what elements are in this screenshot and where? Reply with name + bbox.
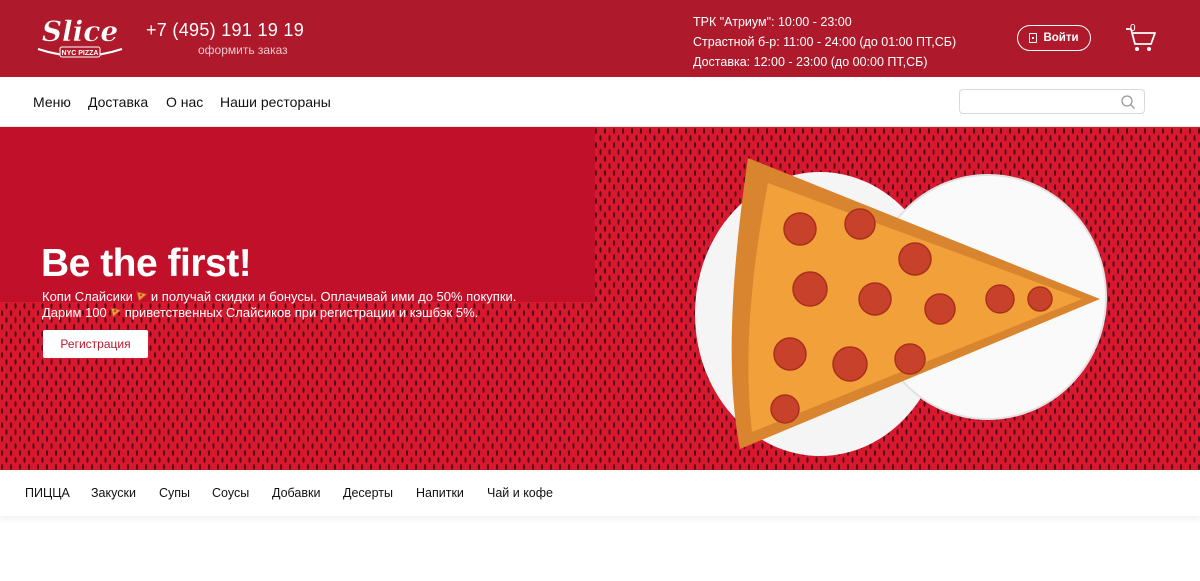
nav-delivery[interactable]: Доставка (88, 94, 148, 110)
category-snacks[interactable]: Закуски (91, 486, 136, 500)
category-drinks[interactable]: Напитки (416, 486, 464, 500)
category-tea-coffee[interactable]: Чай и кофе (487, 486, 553, 500)
logo-subtext: NYC PIZZA (62, 50, 99, 57)
nav-about[interactable]: О нас (166, 94, 203, 110)
cart-count: 0 (1130, 23, 1136, 34)
order-link[interactable]: оформить заказ (198, 43, 288, 57)
hero-title: Be the first! (41, 242, 252, 285)
promo-banner: Be the first! Копи Слайсики и получай ски… (0, 127, 1200, 470)
door-icon (1029, 33, 1038, 43)
register-button[interactable]: Регистрация (43, 330, 148, 358)
hero-line2-start: Дарим 100 (42, 304, 107, 320)
slice-logo[interactable]: Slice NYC PIZZA (30, 11, 130, 67)
search-box[interactable] (959, 89, 1145, 114)
category-bar: ПИЦЦА Закуски Супы Соусы Добавки Десерты… (0, 470, 1200, 516)
slice-coin-icon (136, 291, 148, 302)
category-pizza[interactable]: ПИЦЦА (25, 486, 70, 500)
search-input[interactable] (960, 90, 1110, 113)
hero-line1-start: Копи Слайсики (42, 289, 133, 304)
search-icon[interactable] (1120, 94, 1136, 110)
category-sauces[interactable]: Соусы (212, 486, 249, 500)
hours-delivery: Доставка: 12:00 - 23:00 (до 00:00 ПТ,СБ) (693, 55, 928, 69)
nav-restaurants[interactable]: Наши рестораны (220, 94, 331, 110)
slice-coin-icon (110, 306, 122, 318)
category-addons[interactable]: Добавки (272, 486, 320, 500)
phone-number[interactable]: +7 (495) 191 19 19 (146, 20, 304, 41)
login-button[interactable]: Войти (1017, 25, 1091, 51)
main-nav: Меню Доставка О нас Наши рестораны (0, 77, 1200, 127)
category-desserts[interactable]: Десерты (343, 486, 393, 500)
hours-strastnoy: Страстной б-р: 11:00 - 24:00 (до 01:00 П… (693, 35, 957, 49)
pizza-slice-image (695, 158, 1107, 456)
hours-atrium: ТРК "Атриум": 10:00 - 23:00 (693, 15, 852, 29)
login-label: Войти (1043, 32, 1079, 44)
top-header: Slice NYC PIZZA +7 (495) 191 19 19 оформ… (0, 0, 1200, 77)
logo-text: Slice (42, 15, 118, 48)
hero-description: Копи Слайсики и получай скидки и бонусы. … (42, 289, 516, 320)
hero-line1-end: и получай скидки и бонусы. Оплачивай ими… (150, 289, 517, 304)
nav-menu[interactable]: Меню (33, 94, 71, 110)
hero-line2-end: приветственных Слайсиков при регистрации… (124, 304, 479, 320)
opening-hours: ТРК "Атриум": 10:00 - 23:00 Страстной б-… (693, 12, 956, 72)
cart-icon[interactable] (1122, 20, 1158, 56)
category-soups[interactable]: Супы (159, 486, 190, 500)
